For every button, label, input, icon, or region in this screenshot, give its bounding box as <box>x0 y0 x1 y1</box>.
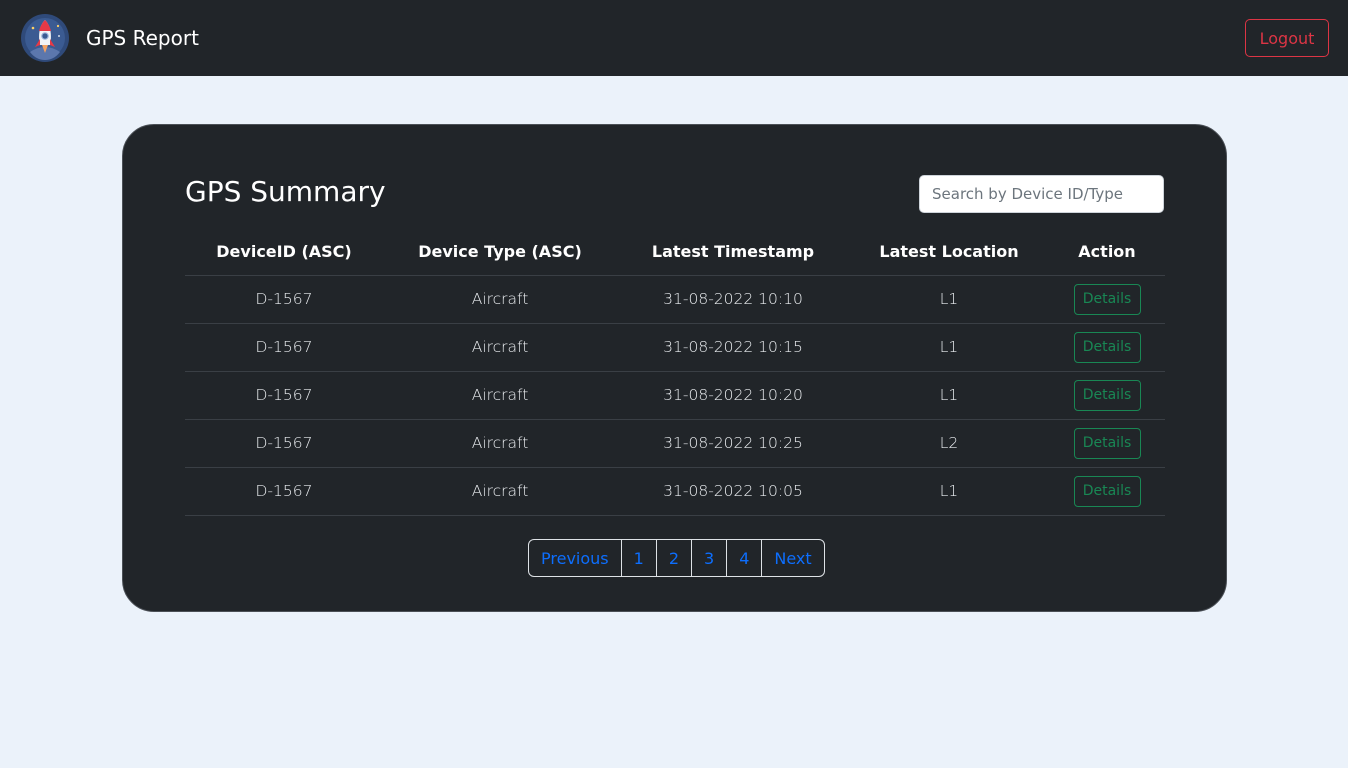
cell-action: Details <box>1049 467 1165 516</box>
pagination: Previous 1 2 3 4 Next <box>528 539 825 577</box>
pagination-page-4[interactable]: 4 <box>727 540 763 576</box>
table-row: D-1567 Aircraft 31-08-2022 10:05 L1 Deta… <box>185 467 1165 516</box>
rocket-icon <box>21 14 69 62</box>
cell-location: L2 <box>849 419 1049 468</box>
cell-timestamp: 31-08-2022 10:05 <box>617 467 849 516</box>
cell-device-type: Aircraft <box>383 323 617 372</box>
cell-timestamp: 31-08-2022 10:15 <box>617 323 849 372</box>
details-button[interactable]: Details <box>1073 427 1141 459</box>
column-header-latest-timestamp: Latest Timestamp <box>617 229 849 276</box>
top-navbar: GPS Report Logout <box>0 0 1348 76</box>
table-row: D-1567 Aircraft 31-08-2022 10:10 L1 Deta… <box>185 275 1165 324</box>
cell-action: Details <box>1049 419 1165 468</box>
details-button[interactable]: Details <box>1073 475 1141 507</box>
cell-location: L1 <box>849 371 1049 420</box>
pagination-page-1[interactable]: 1 <box>622 540 657 576</box>
cell-action: Details <box>1049 323 1165 372</box>
cell-location: L1 <box>849 323 1049 372</box>
cell-device-id: D-1567 <box>185 275 383 324</box>
details-button[interactable]: Details <box>1073 379 1141 411</box>
cell-action: Details <box>1049 371 1165 420</box>
cell-timestamp: 31-08-2022 10:20 <box>617 371 849 420</box>
cell-timestamp: 31-08-2022 10:25 <box>617 419 849 468</box>
cell-location: L1 <box>849 467 1049 516</box>
gps-table: DeviceID (ASC) Device Type (ASC) Latest … <box>185 229 1165 516</box>
column-header-device-type[interactable]: Device Type (ASC) <box>383 229 617 276</box>
pagination-previous[interactable]: Previous <box>529 540 622 576</box>
pagination-page-2[interactable]: 2 <box>657 540 692 576</box>
cell-device-type: Aircraft <box>383 275 617 324</box>
brand[interactable]: GPS Report <box>21 14 199 62</box>
cell-device-type: Aircraft <box>383 467 617 516</box>
cell-location: L1 <box>849 275 1049 324</box>
table-row: D-1567 Aircraft 31-08-2022 10:15 L1 Deta… <box>185 323 1165 372</box>
gps-summary-card: GPS Summary DeviceID (ASC) Device Type (… <box>122 124 1227 612</box>
cell-device-id: D-1567 <box>185 371 383 420</box>
logout-button[interactable]: Logout <box>1245 19 1329 57</box>
pagination-next[interactable]: Next <box>762 540 823 576</box>
cell-device-id: D-1567 <box>185 323 383 372</box>
page-title: GPS Summary <box>185 175 386 208</box>
table-row: D-1567 Aircraft 31-08-2022 10:25 L2 Deta… <box>185 419 1165 468</box>
details-button[interactable]: Details <box>1073 283 1141 315</box>
cell-device-type: Aircraft <box>383 419 617 468</box>
app-title: GPS Report <box>86 26 199 50</box>
cell-device-id: D-1567 <box>185 419 383 468</box>
search-input[interactable] <box>919 175 1164 213</box>
cell-action: Details <box>1049 275 1165 324</box>
table-header-row: DeviceID (ASC) Device Type (ASC) Latest … <box>185 229 1165 276</box>
column-header-latest-location: Latest Location <box>849 229 1049 276</box>
cell-timestamp: 31-08-2022 10:10 <box>617 275 849 324</box>
cell-device-type: Aircraft <box>383 371 617 420</box>
cell-device-id: D-1567 <box>185 467 383 516</box>
table-row: D-1567 Aircraft 31-08-2022 10:20 L1 Deta… <box>185 371 1165 420</box>
details-button[interactable]: Details <box>1073 331 1141 363</box>
pagination-page-3[interactable]: 3 <box>692 540 728 576</box>
column-header-action: Action <box>1049 229 1165 276</box>
column-header-device-id[interactable]: DeviceID (ASC) <box>185 229 383 276</box>
